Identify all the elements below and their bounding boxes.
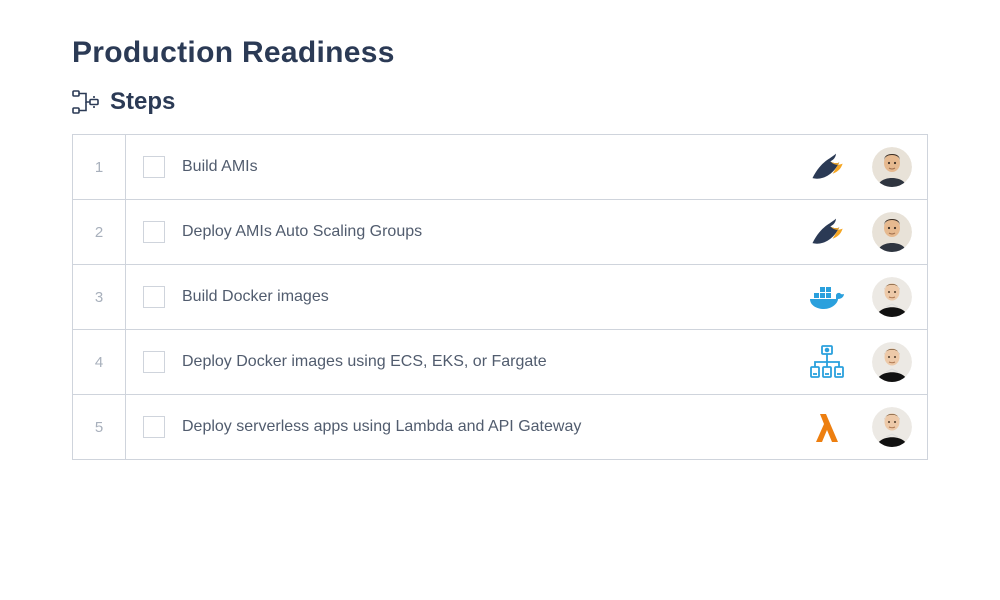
steps-heading: Steps (110, 88, 175, 116)
step-label[interactable]: Deploy serverless apps using Lambda and … (182, 418, 797, 436)
step-number: 5 (73, 395, 126, 459)
step-label[interactable]: Deploy Docker images using ECS, EKS, or … (182, 353, 797, 371)
step-checkbox[interactable] (143, 416, 165, 438)
step-checkbox[interactable] (143, 156, 165, 178)
step-tech-icon (797, 410, 857, 444)
step-label[interactable]: Deploy AMIs Auto Scaling Groups (182, 223, 797, 241)
step-checkbox[interactable] (143, 221, 165, 243)
step-checkbox-cell (126, 221, 182, 243)
avatar[interactable] (857, 147, 927, 187)
step-checkbox-cell (126, 156, 182, 178)
table-row: 2 Deploy AMIs Auto Scaling Groups (73, 200, 927, 265)
step-tech-icon (797, 345, 857, 379)
step-number: 4 (73, 330, 126, 394)
step-checkbox[interactable] (143, 286, 165, 308)
step-label[interactable]: Build AMIs (182, 158, 797, 176)
step-tech-icon (797, 280, 857, 314)
step-number: 2 (73, 200, 126, 264)
steps-table: 1 Build AMIs 2 Deploy AMIs Auto Scaling … (72, 134, 928, 460)
table-row: 3 Build Docker images (73, 265, 927, 330)
step-checkbox-cell (126, 286, 182, 308)
avatar[interactable] (857, 277, 927, 317)
steps-heading-row: Steps (72, 88, 928, 116)
table-row: 1 Build AMIs (73, 135, 927, 200)
step-number: 1 (73, 135, 126, 199)
step-checkbox-cell (126, 351, 182, 373)
table-row: 4 Deploy Docker images using ECS, EKS, o… (73, 330, 927, 395)
avatar[interactable] (857, 212, 927, 252)
step-tech-icon (797, 215, 857, 249)
step-label[interactable]: Build Docker images (182, 288, 797, 306)
avatar[interactable] (857, 342, 927, 382)
step-checkbox[interactable] (143, 351, 165, 373)
table-row: 5 Deploy serverless apps using Lambda an… (73, 395, 927, 460)
step-tech-icon (797, 150, 857, 184)
step-number: 3 (73, 265, 126, 329)
page-title: Production Readiness (72, 36, 928, 70)
step-checkbox-cell (126, 416, 182, 438)
avatar[interactable] (857, 407, 927, 447)
workflow-icon (72, 90, 100, 114)
